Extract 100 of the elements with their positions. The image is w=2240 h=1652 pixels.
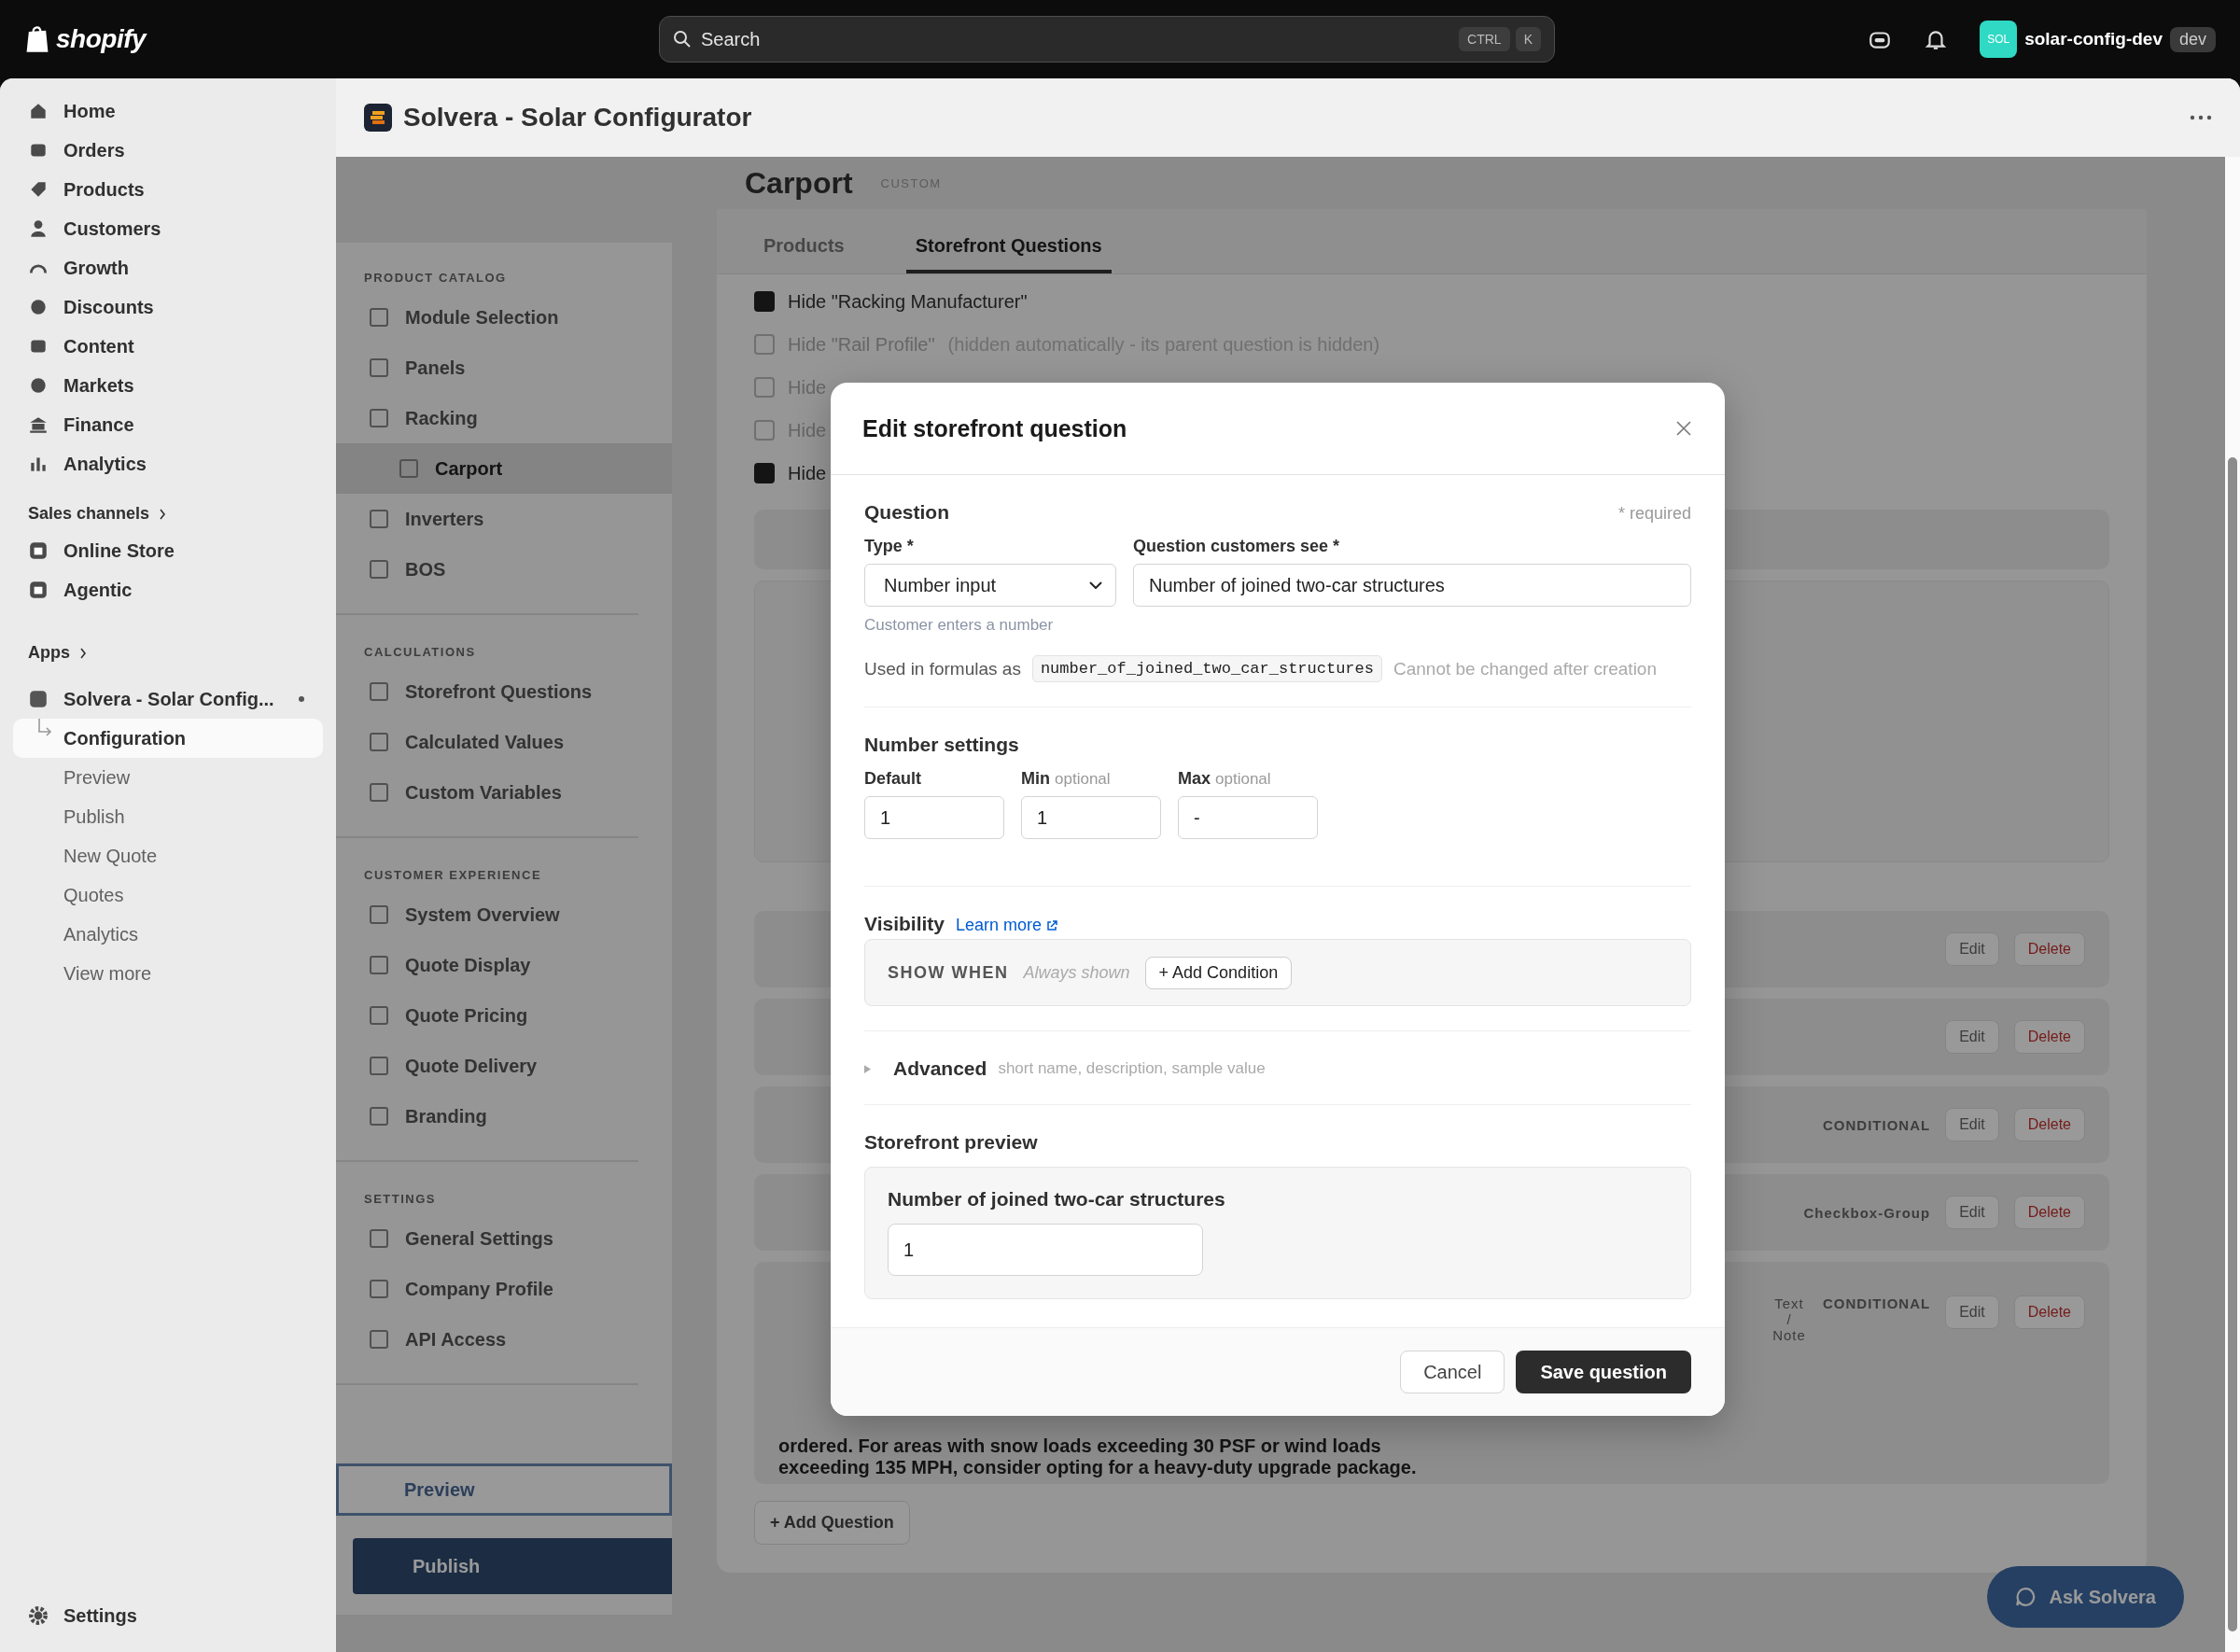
- nav-item[interactable]: Products: [13, 170, 323, 209]
- edit-button[interactable]: Edit: [1945, 1295, 1999, 1329]
- delete-button[interactable]: Delete: [2013, 1020, 2085, 1054]
- nav-item[interactable]: Discounts: [13, 287, 323, 327]
- nav-item[interactable]: Growth: [13, 248, 323, 287]
- app-nav-item[interactable]: Branding: [336, 1091, 638, 1141]
- app-nav-item[interactable]: System Overview: [336, 889, 638, 940]
- store-icon: [28, 580, 49, 600]
- tab[interactable]: Products: [754, 226, 854, 273]
- publish-button[interactable]: Publish: [353, 1538, 672, 1594]
- question-tag: CONDITIONAL: [1823, 1295, 1931, 1311]
- shortcut-key: CTRL: [1459, 27, 1510, 51]
- delete-button[interactable]: Delete: [2013, 1295, 2085, 1329]
- logo-text[interactable]: shopify: [56, 24, 147, 54]
- app-nav-item[interactable]: Quote Delivery: [336, 1041, 638, 1091]
- apps-link[interactable]: Apps: [13, 609, 323, 679]
- section-heading: Storefront preview: [864, 1131, 1039, 1154]
- sub-nav-item[interactable]: Configuration: [13, 719, 323, 758]
- nav-item[interactable]: Analytics: [13, 444, 323, 483]
- section-heading: CALCULATIONS: [363, 644, 477, 661]
- app-nav-item[interactable]: BOS: [336, 544, 638, 595]
- add-condition-button[interactable]: + Add Condition: [1144, 956, 1293, 989]
- nav-item[interactable]: Customers: [13, 209, 323, 248]
- nav-icon: [28, 218, 49, 239]
- chevron-right-icon: [159, 508, 167, 520]
- chevron-right-icon: [79, 647, 87, 659]
- cancel-button[interactable]: Cancel: [1400, 1351, 1505, 1393]
- checkbox[interactable]: [754, 463, 775, 483]
- sub-nav-item[interactable]: Quotes: [13, 875, 323, 915]
- app-nav-item[interactable]: General Settings: [336, 1213, 638, 1264]
- sub-nav-item[interactable]: View more: [13, 954, 323, 993]
- preview-question: Number of joined two-car structures: [888, 1188, 1226, 1211]
- add-question-button[interactable]: + Add Question: [754, 1501, 910, 1545]
- edit-button[interactable]: Edit: [1945, 1108, 1999, 1141]
- sub-nav-item[interactable]: Preview: [13, 758, 323, 797]
- number-field[interactable]: 1: [1021, 796, 1161, 839]
- number-field[interactable]: 1: [864, 796, 1004, 839]
- app-nav-item[interactable]: API Access: [336, 1314, 638, 1365]
- store-name: solar-config-dev: [2024, 29, 2163, 49]
- question-tag: Text / Note: [1771, 1295, 1808, 1343]
- preview-button[interactable]: Preview: [336, 1463, 672, 1516]
- nav-item[interactable]: Orders: [13, 131, 323, 170]
- section-heading: CUSTOMER EXPERIENCE: [363, 867, 543, 884]
- more-icon[interactable]: [2190, 115, 2212, 120]
- scrollbar[interactable]: [2225, 157, 2240, 1652]
- settings-item[interactable]: Settings: [13, 1596, 323, 1635]
- learn-more-link[interactable]: Learn more: [956, 916, 1058, 935]
- question-tag: CONDITIONAL: [1823, 1116, 1931, 1133]
- app-nav-item[interactable]: Storefront Questions: [336, 666, 638, 717]
- number-field[interactable]: -: [1178, 796, 1318, 839]
- sub-nav-item[interactable]: New Quote: [13, 836, 323, 875]
- section-heading: Visibility: [864, 913, 945, 935]
- app-nav-item[interactable]: Racking: [336, 393, 638, 443]
- edit-button[interactable]: Edit: [1945, 932, 1999, 966]
- app-nav-item[interactable]: Calculated Values: [336, 717, 638, 767]
- environment-badge: dev: [2169, 26, 2216, 52]
- app-nav-item[interactable]: Panels: [336, 343, 638, 393]
- app-nav-item[interactable]: Company Profile: [336, 1264, 638, 1314]
- nav-item[interactable]: Online Store: [13, 531, 323, 570]
- type-select[interactable]: Number input: [864, 564, 1116, 607]
- close-icon[interactable]: [1674, 419, 1693, 438]
- delete-button[interactable]: Delete: [2013, 1108, 2085, 1141]
- app-nav-item[interactable]: Carport: [336, 443, 672, 494]
- sales-channels-link[interactable]: Sales channels: [13, 483, 323, 531]
- save-button[interactable]: Save question: [1516, 1351, 1691, 1393]
- question-field[interactable]: Number of joined two-car structures: [1133, 564, 1691, 607]
- nav-icon: [28, 297, 49, 317]
- search-icon: [673, 30, 692, 49]
- preview-number-field[interactable]: 1: [888, 1224, 1203, 1276]
- formula-label: Used in formulas as: [864, 658, 1021, 679]
- external-link-icon: [1046, 919, 1058, 931]
- app-nav-item[interactable]: Inverters: [336, 494, 638, 544]
- nav-item[interactable]: Agentic: [13, 570, 323, 609]
- disclosure-triangle-icon: [864, 1064, 871, 1073]
- chat-button[interactable]: Ask Solvera: [1987, 1566, 2184, 1628]
- nav-item[interactable]: Home: [13, 91, 323, 131]
- tab[interactable]: Storefront Questions: [905, 226, 1112, 273]
- edit-button[interactable]: Edit: [1945, 1196, 1999, 1229]
- app-nav-item[interactable]: Quote Display: [336, 940, 638, 990]
- nav-item[interactable]: Content: [13, 327, 323, 366]
- question-tag: Checkbox-Group: [1803, 1204, 1931, 1221]
- delete-button[interactable]: Delete: [2013, 932, 2085, 966]
- app-nav-item[interactable]: Module Selection: [336, 292, 638, 343]
- question-text: ordered. For areas with snow loads exceeding 30 PSF or wind loads exceeding 135 MPH, consider opting for a heavy-duty upgrade package.: [778, 1435, 1418, 1478]
- sub-nav-item[interactable]: Publish: [13, 797, 323, 836]
- sub-nav-item[interactable]: Analytics: [13, 915, 323, 954]
- shopping-bag-icon: [24, 24, 50, 54]
- checkbox[interactable]: [754, 291, 775, 312]
- app-item[interactable]: Solvera - Solar Config...: [13, 679, 323, 719]
- edit-button[interactable]: Edit: [1945, 1020, 1999, 1054]
- nav-item[interactable]: Markets: [13, 366, 323, 405]
- variable-name: number_of_joined_two_car_structures: [1031, 655, 1382, 682]
- delete-button[interactable]: Delete: [2013, 1196, 2085, 1229]
- advanced-toggle[interactable]: Advanced short name, description, sample value: [864, 1057, 1691, 1080]
- app-nav-item[interactable]: Custom Variables: [336, 767, 638, 818]
- store-menu[interactable]: SOL solar-config-dev dev: [1980, 21, 2216, 58]
- nav-item[interactable]: Finance: [13, 405, 323, 444]
- field-label: Default: [864, 769, 921, 788]
- search-field[interactable]: Search CTRL K: [659, 16, 1555, 63]
- app-nav-item[interactable]: Quote Pricing: [336, 990, 638, 1041]
